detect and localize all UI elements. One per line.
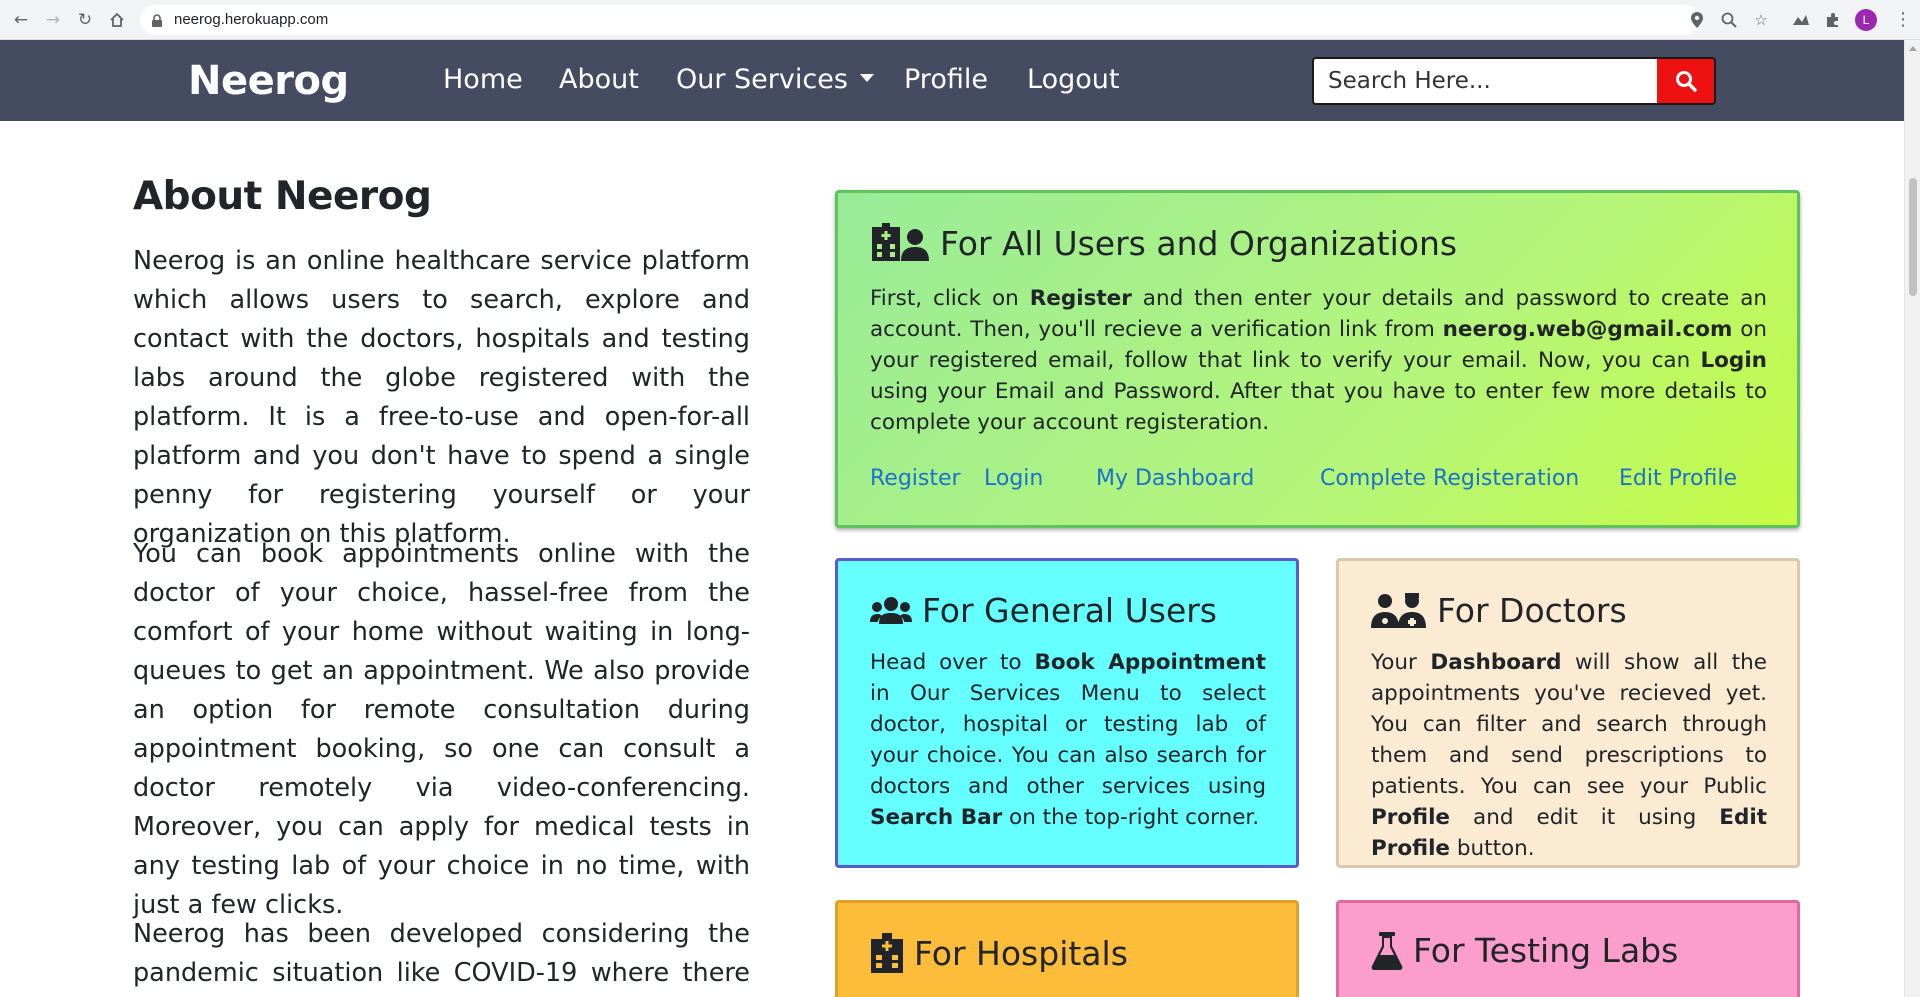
card-general-users-title-text: For General Users — [922, 591, 1218, 630]
bold-term: Login — [1700, 348, 1767, 373]
card-hospitals-title: For Hospitals — [870, 933, 1128, 973]
about-heading: About Neerog — [133, 174, 432, 219]
address-bar[interactable]: neerog.herokuapp.com — [140, 5, 1700, 35]
my-dashboard-link[interactable]: My Dashboard — [1096, 466, 1254, 491]
search-button[interactable] — [1657, 57, 1716, 105]
scroll-up-arrow-icon[interactable] — [1909, 46, 1917, 51]
page-scrollbar[interactable] — [1904, 40, 1920, 997]
card-hospitals: For Hospitals — [835, 900, 1299, 997]
card-all-users: For All Users and Organizations First, c… — [835, 190, 1800, 528]
dropdown-caret-icon — [859, 73, 874, 82]
address-bar-url: neerog.herokuapp.com — [174, 11, 329, 28]
reading-mode-icon[interactable] — [1790, 9, 1812, 31]
about-paragraph-1: Neerog is an online healthcare service p… — [133, 246, 750, 549]
hospital-user-icon — [870, 223, 930, 263]
nav-our-services-label: Our Services — [676, 64, 848, 95]
nav-profile[interactable]: Profile — [904, 64, 988, 95]
card-testing-labs-title-text: For Testing Labs — [1413, 931, 1679, 970]
nav-home[interactable]: Home — [443, 64, 523, 95]
forward-arrow-icon[interactable]: → — [41, 8, 65, 32]
browser-toolbar: ← → ↻ neerog.herokuapp.com ☆ L ⋮ — [0, 0, 1920, 40]
bold-term: Profile — [1371, 805, 1451, 830]
extensions-puzzle-icon[interactable] — [1822, 9, 1844, 31]
site-navbar: Neerog Home About Our Services Profile L… — [0, 40, 1904, 121]
card-all-users-text: First, click on Register and then enter … — [870, 286, 1768, 435]
bold-term: Book Appointment — [1034, 650, 1266, 675]
lock-icon — [150, 13, 164, 27]
search-input[interactable] — [1312, 57, 1657, 105]
about-paragraph-2: You can book appointments online with th… — [133, 539, 750, 920]
home-icon[interactable] — [105, 8, 129, 32]
nav-about[interactable]: About — [559, 64, 639, 95]
card-doctors-text: Your Dashboard will show all the appoint… — [1371, 650, 1767, 861]
card-testing-labs-title: For Testing Labs — [1371, 931, 1678, 970]
bold-term: Search Bar — [870, 805, 1003, 830]
users-icon — [870, 594, 912, 628]
profile-avatar[interactable]: L — [1855, 9, 1877, 31]
card-hospitals-title-text: For Hospitals — [914, 933, 1128, 973]
reload-icon[interactable]: ↻ — [73, 8, 97, 32]
complete-registeration-link[interactable]: Complete Registeration — [1320, 466, 1579, 491]
bold-term: Register — [1029, 286, 1132, 311]
card-general-users: For General Users Head over to Book Appo… — [835, 558, 1299, 868]
bold-term: neerog.web@gmail.com — [1442, 317, 1733, 342]
user-md-icon — [1371, 592, 1427, 630]
bookmark-star-icon[interactable]: ☆ — [1750, 9, 1772, 31]
card-all-users-title-text: For All Users and Organizations — [940, 223, 1458, 263]
browser-menu-icon[interactable]: ⋮ — [1893, 9, 1913, 31]
card-general-users-text: Head over to Book Appointment in Our Ser… — [870, 650, 1266, 830]
card-doctors-title: For Doctors — [1371, 591, 1627, 630]
bold-term: Dashboard — [1430, 650, 1562, 675]
hospital-icon — [870, 933, 904, 973]
back-arrow-icon[interactable]: ← — [9, 8, 33, 32]
zoom-icon[interactable] — [1718, 9, 1740, 31]
about-paragraph-3: Neerog has been developed considering th… — [133, 919, 750, 988]
card-general-users-title: For General Users — [870, 591, 1217, 630]
card-testing-labs: For Testing Labs — [1336, 900, 1800, 997]
card-all-users-title: For All Users and Organizations — [870, 223, 1457, 263]
card-doctors: For Doctors Your Dashboard will show all… — [1336, 558, 1800, 868]
nav-logout[interactable]: Logout — [1027, 64, 1119, 95]
card-doctors-title-text: For Doctors — [1437, 591, 1627, 630]
location-pin-icon[interactable] — [1686, 9, 1708, 31]
login-link[interactable]: Login — [984, 466, 1043, 491]
register-link[interactable]: Register — [870, 466, 961, 491]
edit-profile-link[interactable]: Edit Profile — [1619, 466, 1737, 491]
flask-icon — [1371, 931, 1403, 970]
nav-our-services[interactable]: Our Services — [676, 64, 874, 95]
search-icon — [1675, 71, 1697, 92]
brand-logo[interactable]: Neerog — [188, 58, 349, 104]
scrollbar-thumb[interactable] — [1909, 178, 1917, 296]
